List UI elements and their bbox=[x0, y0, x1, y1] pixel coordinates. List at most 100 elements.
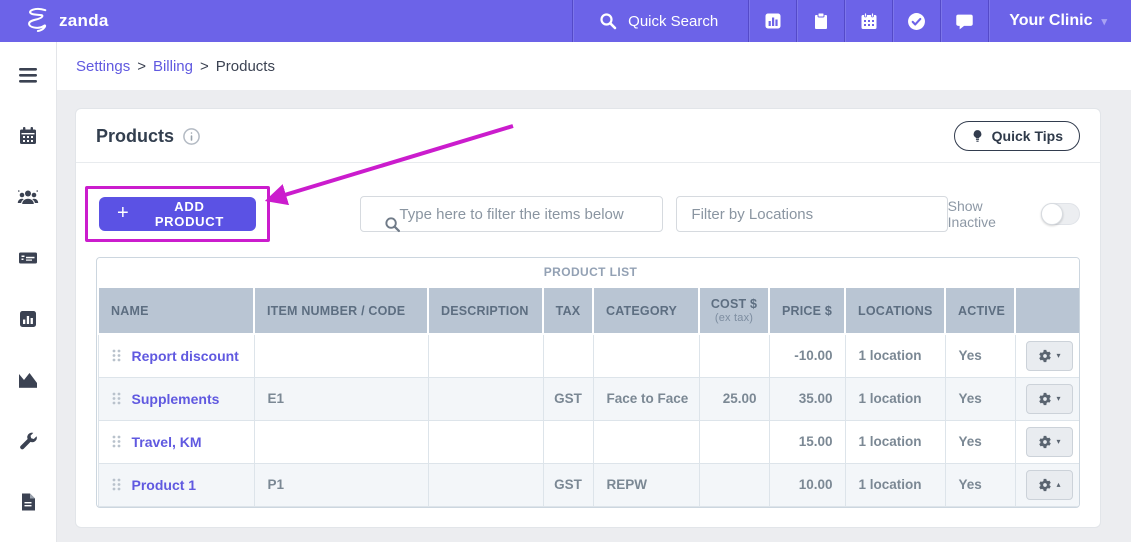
quick-search-button[interactable]: Quick Search bbox=[572, 0, 748, 42]
clinic-menu[interactable]: Your Clinic ▾ bbox=[988, 0, 1131, 42]
notes-nav-button[interactable] bbox=[796, 0, 844, 42]
cell-item-code: E1 bbox=[254, 377, 428, 420]
cell-cost bbox=[699, 463, 769, 506]
sidebar-menu-button[interactable] bbox=[8, 55, 48, 95]
reports-icon bbox=[764, 12, 782, 30]
cell-locations: 1 location bbox=[845, 334, 945, 377]
sidebar-item-invoices[interactable] bbox=[8, 238, 48, 278]
filter-locations-input[interactable] bbox=[676, 196, 947, 232]
breadcrumb-settings-link[interactable]: Settings bbox=[76, 58, 130, 75]
tasks-done-nav-button[interactable] bbox=[892, 0, 940, 42]
quick-tips-button[interactable]: Quick Tips bbox=[954, 121, 1080, 151]
brand-text: zanda bbox=[59, 11, 109, 31]
cell-description bbox=[428, 377, 543, 420]
menu-icon bbox=[17, 66, 39, 84]
cell-tax bbox=[543, 334, 593, 377]
table-row: Supplements E1 GST Face to Face 25.00 35… bbox=[98, 377, 1080, 420]
sidebar-item-clients[interactable] bbox=[8, 177, 48, 217]
cell-item-code: P1 bbox=[254, 463, 428, 506]
calendar-nav-button[interactable] bbox=[844, 0, 892, 42]
row-actions-button[interactable]: ▾ bbox=[1026, 384, 1073, 414]
quick-search-label: Quick Search bbox=[628, 13, 718, 30]
caret-icon: ▾ bbox=[1057, 438, 1061, 446]
col-header-active: ACTIVE bbox=[945, 287, 1015, 334]
row-actions-button[interactable]: ▾ bbox=[1026, 341, 1073, 371]
row-actions-button[interactable]: ▾ bbox=[1026, 427, 1073, 457]
products-card: Products Quick Tips bbox=[75, 108, 1101, 528]
gear-icon bbox=[1038, 478, 1052, 492]
check-circle-icon bbox=[907, 12, 926, 31]
col-header-cost-sub: (ex tax) bbox=[700, 312, 768, 324]
calendar-icon bbox=[18, 126, 38, 146]
cell-item-code bbox=[254, 334, 428, 377]
cell-tax: GST bbox=[543, 463, 593, 506]
breadcrumb-separator: > bbox=[200, 58, 209, 75]
table-row: Report discount -10.00 1 location Yes ▾ bbox=[98, 334, 1080, 377]
drag-handle-icon[interactable] bbox=[112, 478, 121, 491]
show-inactive-toggle[interactable] bbox=[1041, 203, 1080, 225]
cell-locations: 1 location bbox=[845, 420, 945, 463]
caret-icon: ▾ bbox=[1057, 352, 1061, 360]
cell-locations: 1 location bbox=[845, 377, 945, 420]
lightbulb-icon bbox=[971, 128, 984, 144]
row-actions-button[interactable]: ▴ bbox=[1026, 470, 1073, 500]
cell-active: Yes bbox=[945, 463, 1015, 506]
top-navigation-bar: zanda Quick Search bbox=[0, 0, 1131, 42]
card-header: Products Quick Tips bbox=[76, 109, 1100, 163]
drag-handle-icon[interactable] bbox=[112, 349, 121, 362]
sidebar-item-tools[interactable] bbox=[8, 421, 48, 461]
cell-active: Yes bbox=[945, 420, 1015, 463]
product-name-link[interactable]: Product 1 bbox=[132, 477, 197, 493]
cell-cost bbox=[699, 420, 769, 463]
breadcrumb: Settings > Billing > Products bbox=[57, 42, 1131, 90]
wrench-icon bbox=[18, 431, 38, 451]
notes-icon bbox=[812, 12, 830, 30]
sidebar-item-documents[interactable] bbox=[8, 482, 48, 522]
add-product-button[interactable]: + ADD PRODUCT bbox=[99, 197, 256, 231]
left-sidebar bbox=[0, 42, 57, 542]
chat-bubble-icon bbox=[955, 12, 974, 31]
info-icon[interactable] bbox=[183, 128, 200, 145]
drag-handle-icon[interactable] bbox=[112, 392, 121, 405]
calendar-icon bbox=[860, 12, 878, 30]
filter-items-input[interactable] bbox=[360, 196, 663, 232]
col-header-description: DESCRIPTION bbox=[428, 287, 543, 334]
analytics-icon bbox=[17, 370, 39, 390]
product-name-link[interactable]: Travel, KM bbox=[132, 434, 202, 450]
zanda-logo-icon bbox=[22, 5, 52, 37]
table-title-row: PRODUCT LIST bbox=[98, 258, 1080, 287]
col-header-name: NAME bbox=[98, 287, 254, 334]
cell-cost bbox=[699, 334, 769, 377]
zanda-logo[interactable]: zanda bbox=[0, 5, 109, 37]
invoices-icon bbox=[18, 248, 38, 268]
caret-icon: ▾ bbox=[1057, 395, 1061, 403]
clients-icon bbox=[17, 187, 39, 207]
sidebar-item-calendar[interactable] bbox=[8, 116, 48, 156]
cell-category bbox=[593, 420, 699, 463]
gear-icon bbox=[1038, 435, 1052, 449]
table-header-row: NAME ITEM NUMBER / CODE DESCRIPTION TAX … bbox=[98, 287, 1080, 334]
breadcrumb-separator: > bbox=[137, 58, 146, 75]
cell-description bbox=[428, 463, 543, 506]
messages-nav-button[interactable] bbox=[940, 0, 988, 42]
col-header-category: CATEGORY bbox=[593, 287, 699, 334]
controls-row: + ADD PRODUCT Show Inactive bbox=[76, 186, 1100, 242]
product-name-link[interactable]: Report discount bbox=[132, 348, 239, 364]
sidebar-item-reports[interactable] bbox=[8, 299, 48, 339]
cell-description bbox=[428, 420, 543, 463]
add-product-label: ADD PRODUCT bbox=[140, 199, 238, 229]
reports-nav-button[interactable] bbox=[748, 0, 796, 42]
col-header-item-code: ITEM NUMBER / CODE bbox=[254, 287, 428, 334]
drag-handle-icon[interactable] bbox=[112, 435, 121, 448]
sidebar-item-analytics[interactable] bbox=[8, 360, 48, 400]
annotation-highlight-box: + ADD PRODUCT bbox=[85, 186, 270, 242]
col-header-tax: TAX bbox=[543, 287, 593, 334]
caret-icon: ▴ bbox=[1057, 481, 1061, 489]
plus-icon: + bbox=[117, 203, 129, 223]
product-name-link[interactable]: Supplements bbox=[132, 391, 220, 407]
cell-locations: 1 location bbox=[845, 463, 945, 506]
cell-price: 10.00 bbox=[769, 463, 845, 506]
chevron-down-icon: ▾ bbox=[1101, 15, 1107, 28]
breadcrumb-billing-link[interactable]: Billing bbox=[153, 58, 193, 75]
reports-icon bbox=[18, 309, 38, 329]
